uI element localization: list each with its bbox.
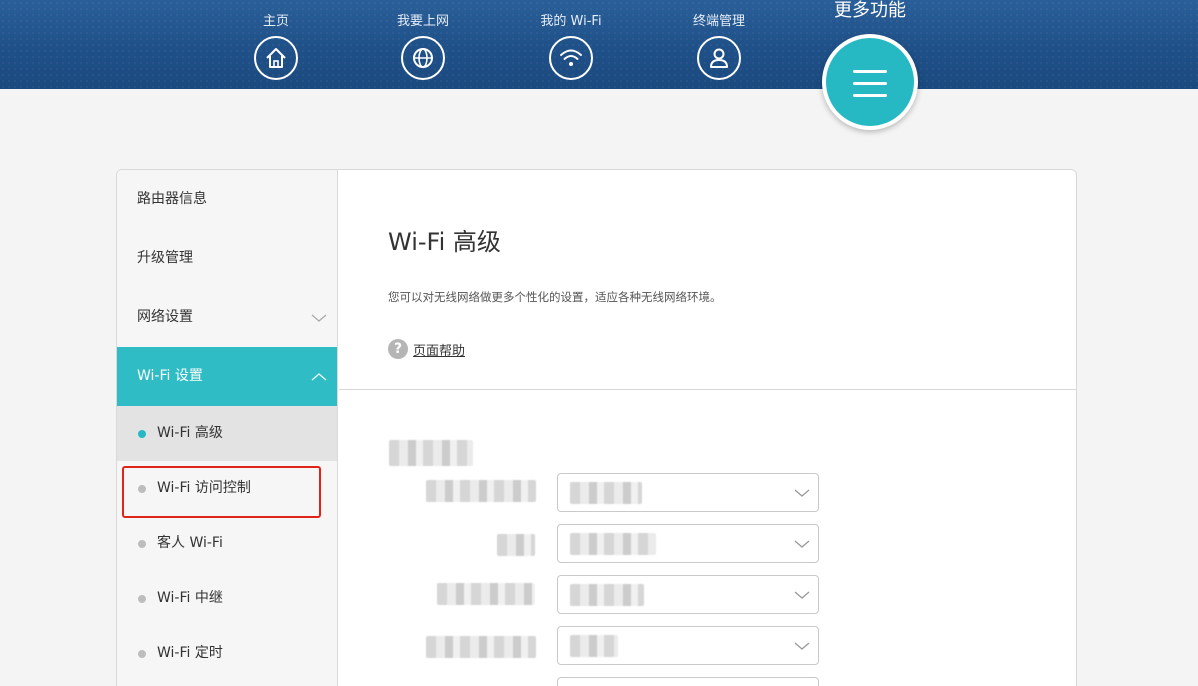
sidebar-subitem-label: Wi-Fi 访问控制 [157,480,251,496]
home-icon [254,36,298,80]
help-icon: ? [388,339,408,359]
sidebar-subitem-wifi-timer[interactable]: Wi-Fi 定时 [117,626,337,681]
nav-my-wifi-label: 我的 Wi-Fi [540,14,602,29]
dropdown-select[interactable] [557,677,819,686]
sidebar-item-upgrade[interactable]: 升级管理 [117,229,337,288]
section-divider [339,389,1076,390]
nav-my-wifi[interactable]: 我的 Wi-Fi [516,12,626,80]
chevron-down-icon [794,540,810,548]
chevron-down-icon [794,591,810,599]
sidebar-subitem-label: Wi-Fi 中继 [157,590,223,606]
sidebar: 路由器信息 升级管理 网络设置 Wi-Fi 设置 Wi-Fi 高级 Wi-Fi … [117,170,338,686]
menu-icon [853,70,887,73]
chevron-down-icon [311,314,327,322]
nav-terminal-management[interactable]: 终端管理 [664,12,774,80]
more-functions-label: 更多功能 [834,0,906,21]
bullet-dot [138,485,146,493]
wifi-icon [549,36,593,80]
sidebar-subitem-wifi-advanced[interactable]: Wi-Fi 高级 [117,406,337,461]
chevron-up-icon [311,373,327,381]
blurred-field-label [437,583,535,605]
bullet-dot [138,430,146,438]
bullet-dot [138,595,146,603]
nav-home[interactable]: 主页 [221,12,331,80]
sidebar-item-router-info[interactable]: 路由器信息 [117,170,337,229]
more-functions-button[interactable] [822,34,918,130]
page-title: Wi-Fi 高级 [388,228,501,256]
sidebar-item-label: Wi-Fi 设置 [137,368,203,384]
blurred-field-label [426,636,536,658]
sidebar-item-label: 网络设置 [137,309,193,325]
sidebar-subitem-wifi-repeater[interactable]: Wi-Fi 中继 [117,571,337,626]
nav-terminal-management-label: 终端管理 [692,14,745,29]
dropdown-select[interactable] [557,524,819,563]
nav-internet-label: 我要上网 [396,14,449,29]
globe-icon [401,36,445,80]
blurred-select-value [570,482,642,504]
sidebar-subitem-wifi-access-control[interactable]: Wi-Fi 访问控制 [117,461,337,518]
menu-icon-line [853,82,887,85]
sidebar-item-network-settings[interactable]: 网络设置 [117,288,337,347]
blurred-select-value [570,635,618,657]
page-description: 您可以对无线网络做更多个性化的设置，适应各种无线网络环境。 [388,290,722,304]
settings-panel: 路由器信息 升级管理 网络设置 Wi-Fi 设置 Wi-Fi 高级 Wi-Fi … [116,169,1077,686]
dropdown-select[interactable] [557,575,819,614]
bullet-dot [138,540,146,548]
menu-icon-line [853,94,887,97]
sidebar-subitem-label: Wi-Fi 定时 [157,645,223,661]
bullet-dot [138,650,146,658]
sidebar-subitem-label: Wi-Fi 高级 [157,425,223,441]
nav-home-label: 主页 [262,14,289,29]
blurred-field-label [497,534,535,556]
sidebar-subitem-label: 客人 Wi-Fi [157,535,223,551]
sidebar-subitem-guest-wifi[interactable]: 客人 Wi-Fi [117,516,337,571]
blurred-field-label [426,480,536,502]
blurred-select-value [570,584,644,606]
sidebar-item-label: 升级管理 [137,250,193,266]
page-help-link[interactable]: ? 页面帮助 [388,337,465,361]
dropdown-select[interactable] [557,626,819,665]
sidebar-item-wifi-settings[interactable]: Wi-Fi 设置 [117,347,337,406]
blurred-section-heading [389,440,473,466]
chevron-down-icon [794,642,810,650]
main-content: Wi-Fi 高级 您可以对无线网络做更多个性化的设置，适应各种无线网络环境。 ?… [339,170,1076,686]
page-help-label: 页面帮助 [413,343,466,359]
blurred-select-value [570,533,656,555]
top-nav-bar: 主页 我要上网 我的 Wi-Fi 终端管理 [0,0,1198,89]
sidebar-item-label: 路由器信息 [137,191,207,207]
nav-internet[interactable]: 我要上网 [368,12,478,80]
dropdown-select[interactable] [557,473,819,512]
chevron-down-icon [794,489,810,497]
user-icon [697,36,741,80]
